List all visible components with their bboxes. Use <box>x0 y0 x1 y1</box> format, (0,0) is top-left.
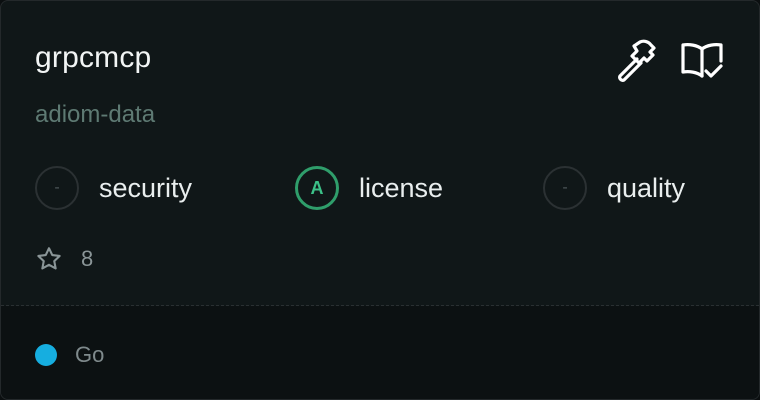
hammer-icon <box>618 39 656 82</box>
quality-grade-badge: - <box>543 166 587 210</box>
card-footer: Go <box>1 306 759 399</box>
score-quality[interactable]: - quality <box>543 164 685 212</box>
repo-card[interactable]: grpcmcp adiom-data - security A license <box>0 0 760 400</box>
score-security[interactable]: - security <box>35 164 192 212</box>
score-license[interactable]: A license <box>295 164 443 212</box>
license-label: license <box>359 172 444 203</box>
license-grade-badge: A <box>295 166 339 210</box>
score-list: - security A license - quality <box>35 164 735 212</box>
language-color-dot <box>35 344 57 366</box>
security-grade-badge: - <box>35 166 79 210</box>
card-actions <box>613 37 725 83</box>
stars[interactable]: 8 <box>35 245 93 273</box>
star-icon <box>37 247 61 270</box>
language-name: Go <box>75 342 105 367</box>
quality-label: quality <box>607 172 686 203</box>
language: Go <box>35 342 104 368</box>
docs-button[interactable] <box>679 37 725 83</box>
repo-name[interactable]: grpcmcp <box>35 41 151 75</box>
build-tools-button[interactable] <box>613 37 659 83</box>
star-count: 8 <box>81 246 94 271</box>
security-label: security <box>99 172 193 203</box>
book-check-icon <box>681 43 723 78</box>
repo-owner[interactable]: adiom-data <box>35 101 155 129</box>
